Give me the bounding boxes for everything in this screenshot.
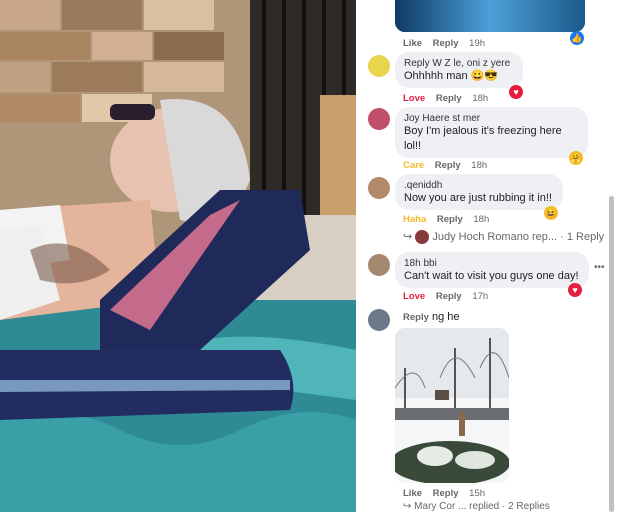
commenter-name[interactable]: .qeniddh (404, 178, 554, 191)
top-comment-actions: Like Reply 19h (403, 38, 493, 49)
avatar[interactable] (368, 55, 390, 77)
love-link[interactable]: Love (403, 291, 425, 302)
timestamp: 19h (469, 38, 486, 49)
post-photo[interactable] (0, 0, 356, 512)
reply-link[interactable]: Reply (436, 291, 462, 302)
commenter-name[interactable]: ng he (432, 311, 460, 323)
scrollbar[interactable] (609, 196, 614, 512)
comments-panel[interactable]: 👍 Like Reply 19h Reply W Z le, oni z yer… (356, 0, 630, 512)
avatar[interactable] (368, 108, 390, 130)
previous-comment-image[interactable] (395, 0, 585, 32)
more-options-icon[interactable]: ••• (594, 262, 605, 273)
woman-in-pool-photo-graphic (0, 0, 356, 512)
reply-link[interactable]: Reply (436, 93, 462, 104)
comment-actions: Care Reply 18h (403, 160, 495, 171)
comment-text: Can't wait to visit you guys one day! (404, 270, 579, 282)
reply-thread-text: Judy Hoch Romano rep... · 1 Reply (432, 231, 605, 243)
avatar[interactable] (368, 309, 390, 331)
haha-reaction-icon: 😆 (544, 206, 558, 220)
haha-link[interactable]: Haha (403, 214, 426, 225)
timestamp: 15h (469, 488, 486, 499)
commenter-name[interactable]: 18h bbi (404, 256, 580, 269)
comment-actions: Like Reply 15h (403, 488, 493, 499)
reply-link[interactable]: Reply (435, 160, 461, 171)
comment-bubble: 18h bbi Can't wait to visit you guys one… (395, 252, 589, 288)
comment-text: Now you are just rubbing it in!! (404, 192, 552, 204)
reply-thread-text: Mary Cor ... replied · 2 Replies (414, 501, 550, 512)
comment-text: Boy I'm jealous it's freezing here lol!! (404, 125, 562, 152)
comment-text: Ohhhhh man 😀😎 (404, 70, 499, 82)
like-reaction-icon: 👍 (570, 31, 584, 45)
care-reaction-icon: 🤗 (569, 151, 583, 165)
avatar[interactable] (368, 254, 390, 276)
reply-thread-link[interactable]: ↪ Mary Cor ... replied · 2 Replies (403, 501, 550, 512)
timestamp: 17h (472, 291, 489, 302)
reply-thread-link[interactable]: ↪ Judy Hoch Romano rep... · 1 Reply (403, 230, 605, 245)
reply-link[interactable]: Reply (403, 312, 429, 323)
like-link[interactable]: Like (403, 488, 422, 499)
reply-link[interactable]: Reply (437, 214, 463, 225)
comment-bubble: Reply W Z le, oni z yere Ohhhhh man 😀😎 (395, 52, 523, 88)
comment-actions: Love Reply 18h (403, 93, 496, 104)
comment-actions: Love Reply 17h (403, 291, 496, 302)
reply-arrow-icon: ↪ (403, 501, 412, 512)
timestamp: 18h (472, 93, 489, 104)
snow-photo[interactable] (395, 328, 509, 483)
avatar[interactable] (368, 177, 390, 199)
reply-arrow-icon: ↪ (403, 231, 413, 243)
like-link[interactable]: Like (403, 38, 422, 49)
commenter-name[interactable]: Joy Haere st mer (404, 111, 579, 124)
timestamp: 18h (473, 214, 490, 225)
comment-bubble: .qeniddh Now you are just rubbing it in!… (395, 174, 563, 210)
reply-link[interactable]: Reply (433, 38, 459, 49)
love-reaction-icon: ♥ (509, 85, 523, 99)
snowy-yard-image (395, 328, 509, 483)
care-link[interactable]: Care (403, 160, 424, 171)
timestamp: 18h (471, 160, 488, 171)
comment-bubble: Joy Haere st mer Boy I'm jealous it's fr… (395, 107, 588, 158)
reply-link[interactable]: Reply (433, 488, 459, 499)
comment-actions: Haha Reply 18h (403, 214, 497, 225)
love-link[interactable]: Love (403, 93, 425, 104)
love-reaction-icon: ♥ (568, 283, 582, 297)
avatar (415, 230, 430, 245)
commenter-name[interactable]: Reply W Z le, oni z yere (404, 56, 514, 69)
